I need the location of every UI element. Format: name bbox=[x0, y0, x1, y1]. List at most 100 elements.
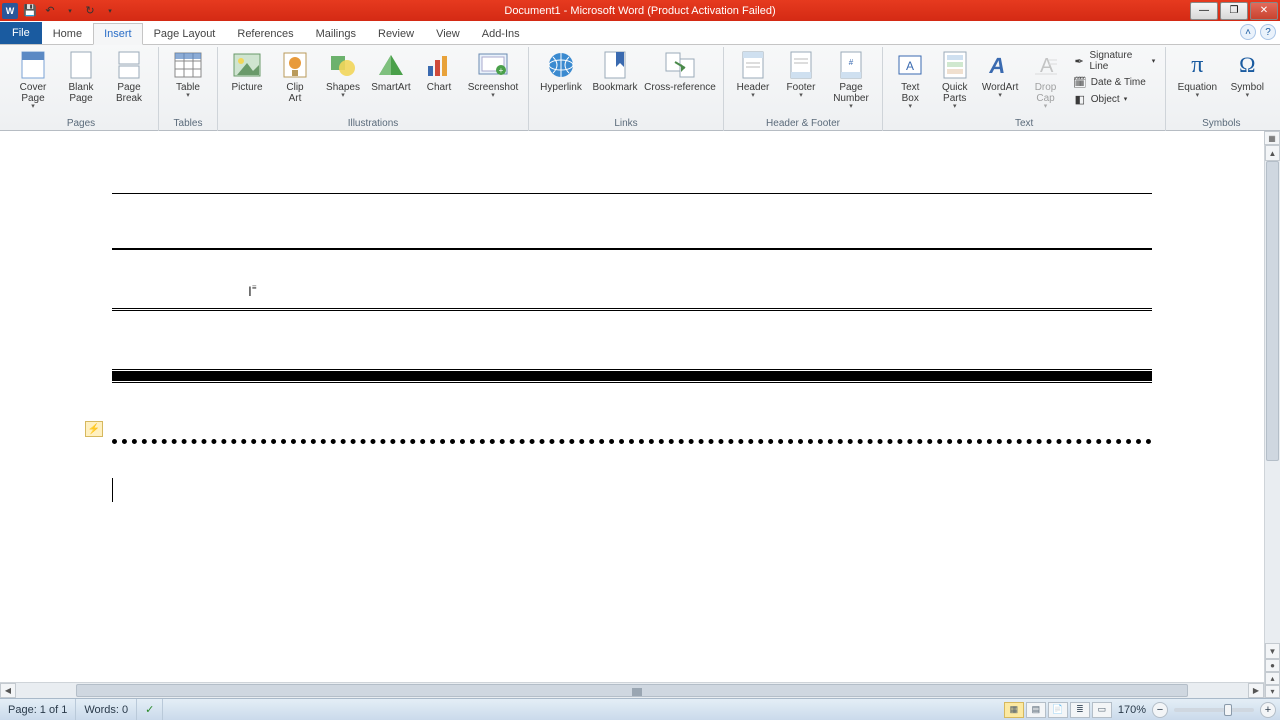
zoom-out-button[interactable]: − bbox=[1152, 702, 1168, 718]
qat-undo-button[interactable]: ↶ bbox=[40, 1, 60, 21]
minimize-button[interactable]: — bbox=[1190, 2, 1218, 20]
group-illustrations-label: Illustrations bbox=[224, 117, 522, 131]
tab-review[interactable]: Review bbox=[367, 22, 425, 44]
header-button[interactable]: Header ▾ bbox=[730, 47, 776, 99]
vertical-scroll-thumb[interactable] bbox=[1266, 161, 1279, 461]
group-text: A Text Box ▾ Quick Parts ▾ A WordArt ▾ A… bbox=[883, 47, 1166, 131]
scroll-right-button[interactable]: ▶ bbox=[1248, 683, 1264, 698]
qat-customize-dropdown[interactable]: ▾ bbox=[100, 1, 120, 21]
tab-mailings[interactable]: Mailings bbox=[305, 22, 367, 44]
status-page[interactable]: Page: 1 of 1 bbox=[0, 699, 76, 720]
quick-parts-button[interactable]: Quick Parts ▾ bbox=[933, 47, 975, 110]
next-page-button[interactable]: ▾ bbox=[1265, 685, 1280, 698]
tab-page-layout[interactable]: Page Layout bbox=[143, 22, 227, 44]
table-button[interactable]: Table ▾ bbox=[165, 47, 211, 99]
tab-view[interactable]: View bbox=[425, 22, 471, 44]
view-print-layout-button[interactable]: ▦ bbox=[1004, 702, 1024, 718]
svg-text:#: # bbox=[849, 58, 854, 67]
zoom-slider[interactable] bbox=[1174, 708, 1254, 712]
smartart-button[interactable]: SmartArt bbox=[368, 47, 414, 93]
scroll-up-button[interactable]: ▲ bbox=[1265, 145, 1280, 161]
view-full-screen-button[interactable]: ▤ bbox=[1026, 702, 1046, 718]
group-symbols-label: Symbols bbox=[1172, 117, 1270, 131]
cross-reference-button[interactable]: Cross-reference bbox=[643, 47, 717, 93]
page-number-button[interactable]: # Page Number ▾ bbox=[826, 47, 876, 110]
group-tables: Table ▾ Tables bbox=[159, 47, 218, 131]
vertical-scrollbar[interactable]: ▦ ▲ ▼ ● ▴ ▾ bbox=[1264, 131, 1280, 698]
screenshot-icon: + bbox=[477, 49, 509, 81]
window-title: Document1 - Microsoft Word (Product Acti… bbox=[0, 5, 1280, 17]
word-app-icon[interactable]: W bbox=[0, 1, 20, 21]
status-words[interactable]: Words: 0 bbox=[76, 699, 137, 720]
cover-page-button[interactable]: Cover Page ▾ bbox=[10, 47, 56, 110]
footer-button[interactable]: Footer ▾ bbox=[778, 47, 824, 99]
group-illustrations: Picture Clip Art Shapes ▾ SmartArt Chart… bbox=[218, 47, 529, 131]
equation-button[interactable]: π Equation ▾ bbox=[1172, 47, 1222, 99]
symbol-button[interactable]: Ω Symbol ▾ bbox=[1224, 47, 1270, 99]
text-box-button[interactable]: A Text Box ▾ bbox=[889, 47, 931, 110]
bookmark-icon bbox=[599, 49, 631, 81]
scroll-left-button[interactable]: ◀ bbox=[0, 683, 16, 698]
browse-object-button[interactable]: ● bbox=[1265, 659, 1280, 672]
zoom-level[interactable]: 170% bbox=[1114, 704, 1150, 716]
shapes-icon bbox=[327, 49, 359, 81]
table-icon bbox=[172, 49, 204, 81]
tab-references[interactable]: References bbox=[226, 22, 304, 44]
clip-art-button[interactable]: Clip Art bbox=[272, 47, 318, 104]
view-draft-button[interactable]: ▭ bbox=[1092, 702, 1112, 718]
chart-button[interactable]: Chart bbox=[416, 47, 462, 93]
equation-icon: π bbox=[1181, 49, 1213, 81]
svg-text:+: + bbox=[499, 66, 504, 75]
minimize-ribbon-button[interactable]: ˄ bbox=[1240, 24, 1256, 40]
ruler-toggle-button[interactable]: ▦ bbox=[1264, 131, 1280, 145]
blank-page-icon bbox=[65, 49, 97, 81]
bookmark-button[interactable]: Bookmark bbox=[589, 47, 641, 93]
qat-undo-dropdown[interactable]: ▾ bbox=[60, 1, 80, 21]
scroll-down-button[interactable]: ▼ bbox=[1265, 643, 1280, 659]
group-links: Hyperlink Bookmark Cross-reference Links bbox=[529, 47, 724, 131]
hyperlink-icon bbox=[545, 49, 577, 81]
previous-page-button[interactable]: ▴ bbox=[1265, 672, 1280, 685]
restore-button[interactable]: ❐ bbox=[1220, 2, 1248, 20]
zoom-slider-knob[interactable] bbox=[1224, 704, 1232, 716]
zoom-in-button[interactable]: + bbox=[1260, 702, 1276, 718]
wordart-button[interactable]: A WordArt ▾ bbox=[978, 47, 1022, 99]
qat-redo-button[interactable]: ↻ bbox=[80, 1, 100, 21]
screenshot-button[interactable]: + Screenshot ▾ bbox=[464, 47, 522, 99]
picture-button[interactable]: Picture bbox=[224, 47, 270, 93]
document-area[interactable]: I≡ ⚡ bbox=[0, 131, 1264, 698]
close-button[interactable]: ✕ bbox=[1250, 2, 1278, 20]
document-page[interactable] bbox=[0, 131, 1264, 502]
page-break-button[interactable]: Page Break bbox=[106, 47, 152, 104]
hyperlink-button[interactable]: Hyperlink bbox=[535, 47, 587, 93]
date-time-icon: 🗓 bbox=[1073, 75, 1087, 89]
hscroll-grip bbox=[632, 688, 642, 696]
view-outline-button[interactable]: ≣ bbox=[1070, 702, 1090, 718]
page-number-icon: # bbox=[835, 49, 867, 81]
autoformat-line-thick-thin-thick bbox=[112, 371, 1152, 381]
wordart-icon: A bbox=[984, 49, 1016, 81]
object-button[interactable]: ◧Object▾ bbox=[1069, 91, 1160, 107]
tab-add-ins[interactable]: Add-Ins bbox=[471, 22, 531, 44]
blank-page-button[interactable]: Blank Page bbox=[58, 47, 104, 104]
qat-save-button[interactable]: 💾 bbox=[20, 1, 40, 21]
horizontal-scrollbar[interactable]: ◀ ▶ bbox=[0, 682, 1264, 698]
view-web-layout-button[interactable]: 📄 bbox=[1048, 702, 1068, 718]
tab-insert[interactable]: Insert bbox=[93, 23, 143, 45]
svg-text:A: A bbox=[988, 53, 1008, 78]
svg-text:A: A bbox=[906, 59, 914, 73]
tab-home[interactable]: Home bbox=[42, 22, 93, 44]
quick-parts-icon bbox=[939, 49, 971, 81]
horizontal-scroll-track[interactable] bbox=[16, 683, 1248, 698]
signature-line-button[interactable]: ✒Signature Line▾ bbox=[1069, 49, 1160, 73]
date-time-button[interactable]: 🗓Date & Time bbox=[1069, 74, 1160, 90]
status-proofing[interactable]: ✓ bbox=[137, 699, 163, 720]
horizontal-scroll-thumb[interactable] bbox=[76, 684, 1188, 697]
ribbon-insert: Cover Page ▾ Blank Page Page Break Pages… bbox=[0, 45, 1280, 131]
ribbon-tabs: File Home Insert Page Layout References … bbox=[0, 21, 1280, 45]
tab-file[interactable]: File bbox=[0, 22, 42, 44]
shapes-button[interactable]: Shapes ▾ bbox=[320, 47, 366, 99]
help-button[interactable]: ? bbox=[1260, 24, 1276, 40]
autoformat-options-button[interactable]: ⚡ bbox=[85, 421, 103, 437]
group-links-label: Links bbox=[535, 117, 717, 131]
